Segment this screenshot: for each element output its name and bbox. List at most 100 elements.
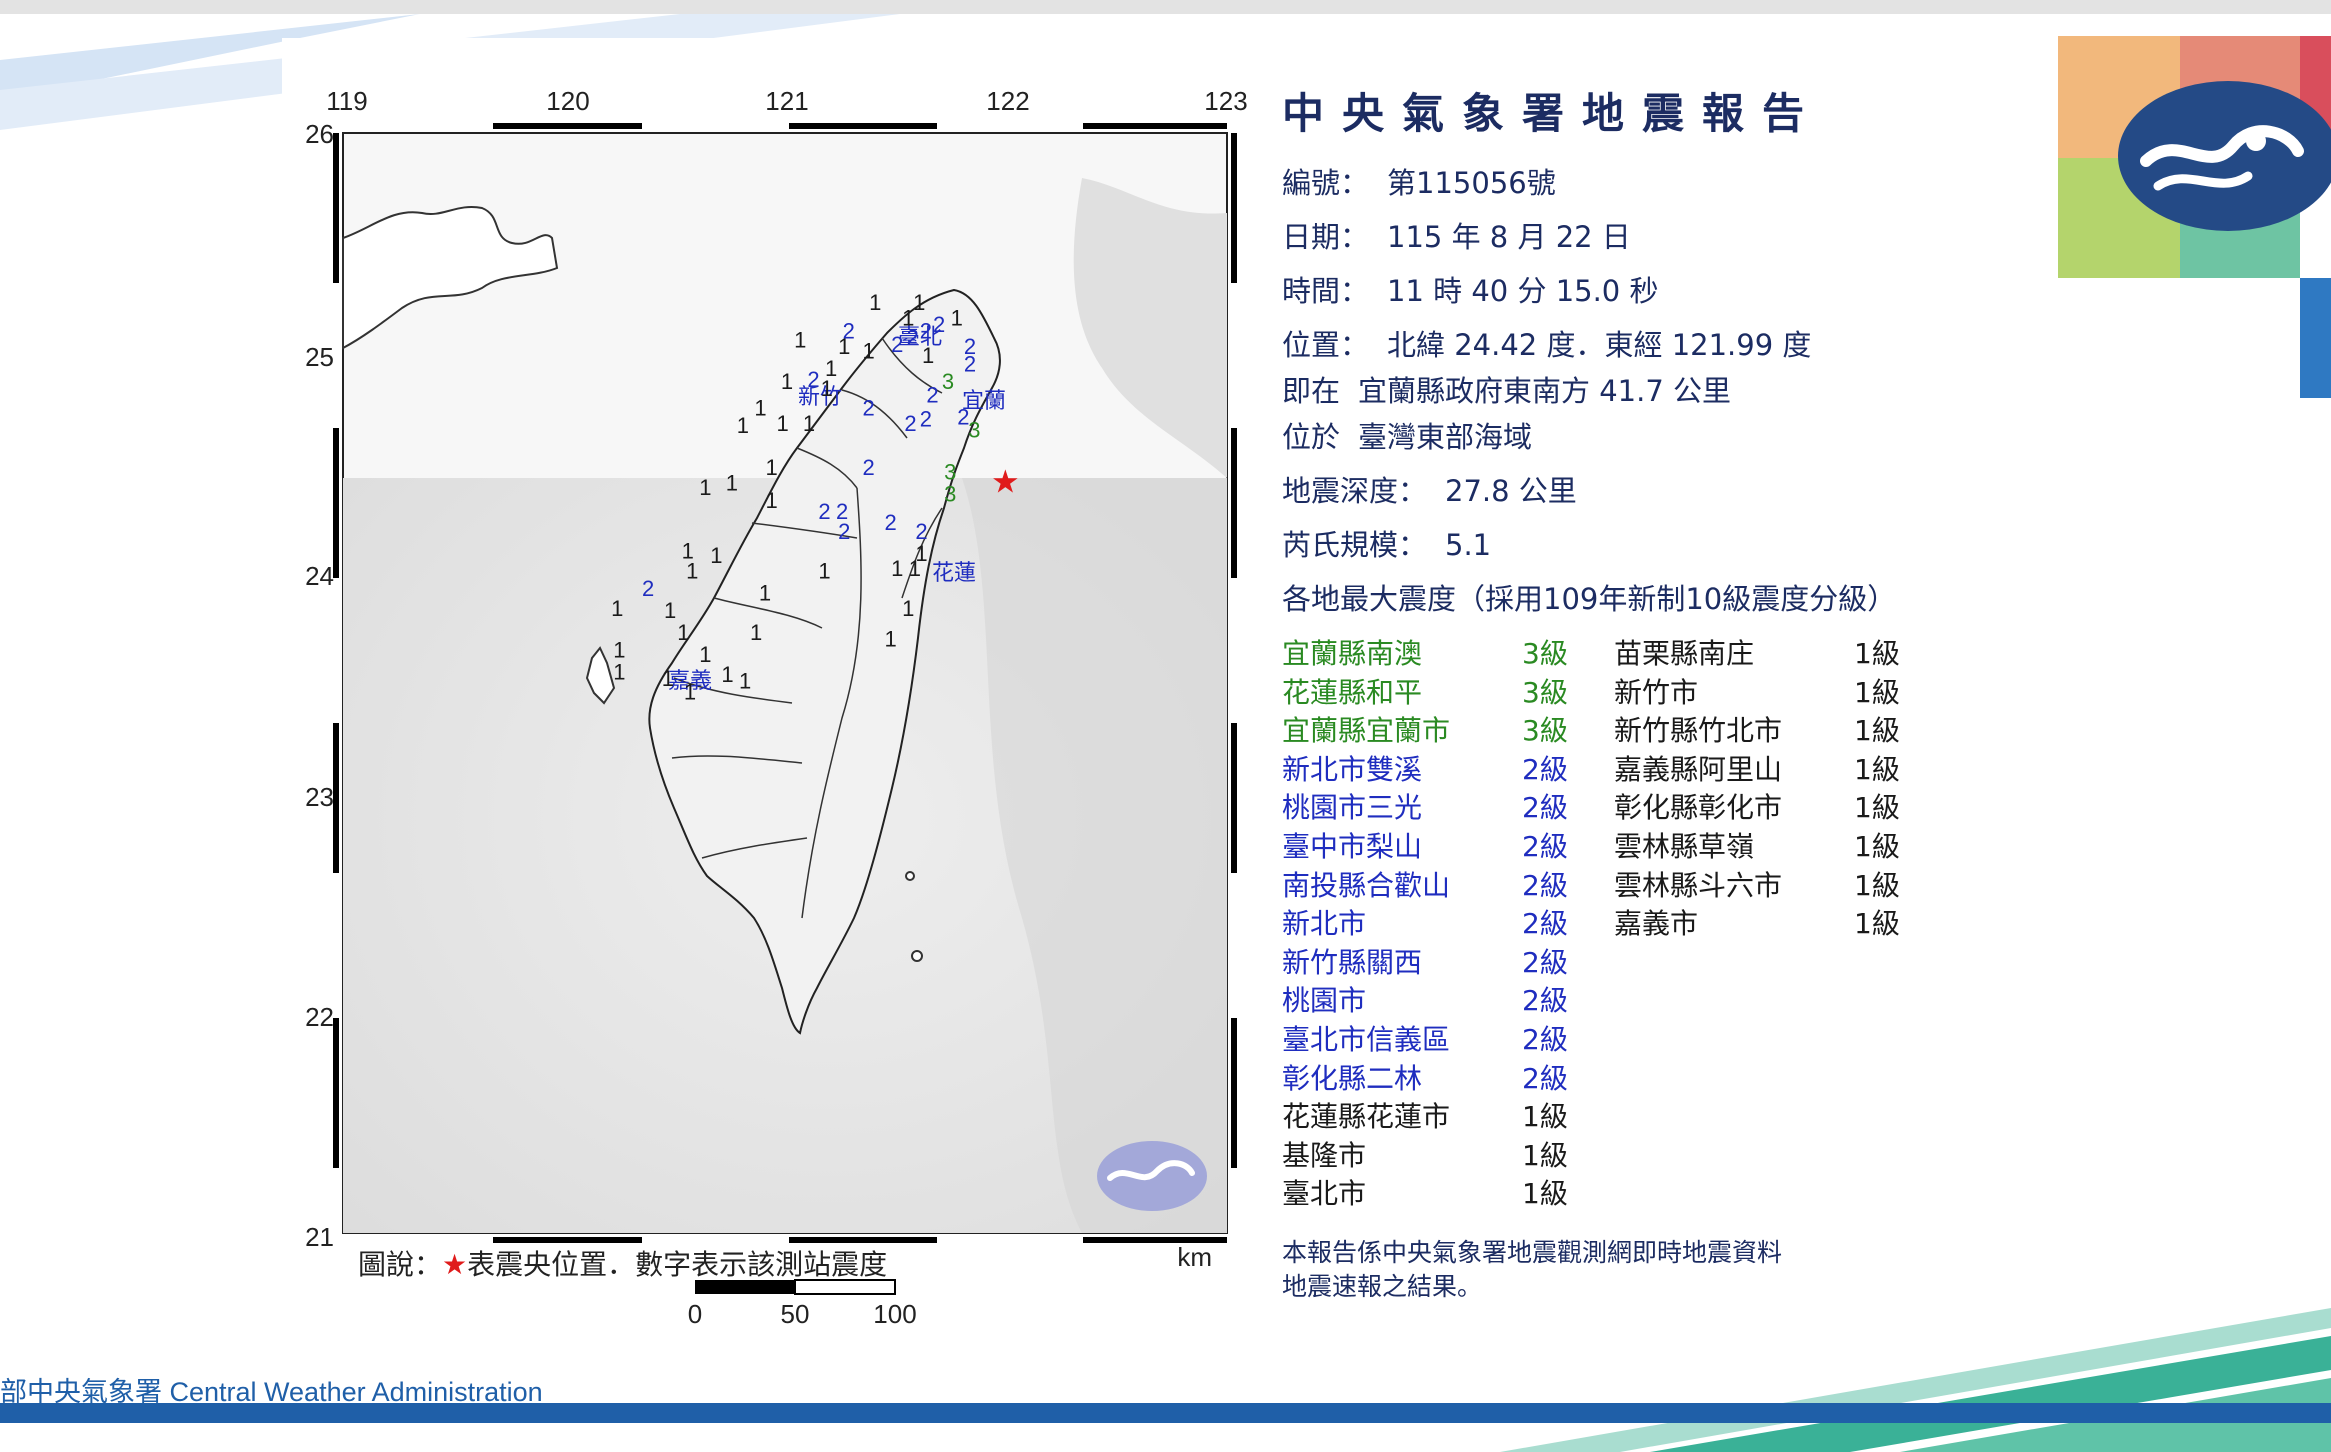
report-region-row: 位於 臺灣東部海域 [1282, 414, 1532, 456]
date-value: 115 年 8 月 22 日 [1387, 220, 1631, 254]
station-intensity-label: 1 [821, 376, 833, 401]
station-level: 1級 [1854, 714, 1900, 748]
station-intensity-label: 1 [765, 455, 777, 480]
latitude-ticks: 26 25 24 23 22 21 [305, 119, 334, 1252]
station-level: 2級 [1522, 907, 1568, 941]
lat-tick: 22 [305, 1002, 334, 1032]
station-level: 2級 [1522, 1023, 1568, 1056]
earthquake-map: 119 120 121 122 123 26 25 24 23 22 21 臺北… [282, 38, 1272, 1358]
station-level: 2級 [1522, 1061, 1568, 1095]
station-level: 1級 [1854, 830, 1900, 863]
station-intensity-label: 1 [684, 679, 696, 704]
report-footnote: 本報告係中央氣象署地震觀測網即時地震資料 地震速報之結果。 [1282, 1236, 1902, 1304]
station-name: 新竹縣竹北市 [1614, 714, 1783, 748]
depth-label: 地震深度： [1282, 474, 1428, 508]
station-intensity-label: 1 [862, 338, 874, 363]
station-intensity-label: 1 [754, 396, 766, 421]
station-name: 基隆市 [1282, 1138, 1367, 1172]
station-intensity-label: 1 [794, 327, 806, 352]
lon-tick: 121 [765, 86, 808, 116]
legend-prefix: 圖說： [358, 1248, 443, 1281]
report-title: 中央氣象署地震報告 [1282, 89, 1823, 138]
station-intensity-label: 2 [926, 382, 938, 407]
station-name: 花蓮縣和平 [1282, 675, 1423, 709]
station-intensity-label: 1 [677, 620, 689, 645]
footer-agency-name: 部中央氣象署 Central Weather Administration [0, 1377, 543, 1407]
station-intensity-label: 3 [944, 481, 956, 506]
station-name: 桃園市三光 [1282, 791, 1423, 825]
near-label: 即在 [1282, 374, 1341, 408]
station-intensity-label: 1 [913, 290, 925, 315]
station-level: 1級 [1522, 1138, 1568, 1172]
station-name: 宜蘭縣南澳 [1282, 637, 1423, 670]
epicenter-marker-group: ★ [991, 463, 1020, 501]
station-intensity-label: 1 [721, 662, 733, 687]
station-intensity-label: 1 [891, 556, 903, 581]
report-magnitude-row: 芮氏規模： 5.1 [1282, 522, 1491, 564]
station-name: 臺中市梨山 [1282, 830, 1423, 863]
lat-tick: 24 [305, 561, 334, 591]
station-intensity-label: 2 [904, 411, 916, 436]
report-near-row: 即在 宜蘭縣政府東南方 41.7 公里 [1282, 368, 1731, 410]
station-level: 2級 [1522, 984, 1568, 1018]
lat-tick: 25 [305, 342, 334, 372]
station-intensity-label: 1 [776, 411, 788, 436]
station-name: 新竹市 [1614, 675, 1699, 709]
station-name: 花蓮縣花蓮市 [1282, 1100, 1451, 1134]
station-intensity-label: 2 [884, 510, 896, 535]
station-intensity-label: 1 [922, 343, 934, 368]
station-level: 2級 [1522, 868, 1568, 902]
lon-tick: 119 [326, 86, 367, 116]
station-level: 2級 [1522, 945, 1568, 979]
near-value: 宜蘭縣政府東南方 41.7 公里 [1358, 374, 1732, 408]
station-intensity-label: 1 [737, 413, 749, 438]
station-intensity-label: 2 [964, 352, 976, 377]
footnote-line: 地震速報之結果。 [1282, 1272, 1483, 1301]
station-intensity-label: 2 [933, 312, 945, 337]
station-name: 苗栗縣南庄 [1614, 637, 1755, 670]
station-intensity-label: 1 [686, 558, 698, 583]
longitude-ticks: 119 120 121 122 123 [326, 86, 1247, 116]
station-intensity-label: 1 [884, 627, 896, 652]
station-level: 2級 [1522, 791, 1568, 825]
location-value: 北緯 24.42 度．東經 121.99 度 [1387, 328, 1812, 362]
map-watermark-logo-icon [1097, 1141, 1207, 1211]
station-intensity-label: 1 [750, 620, 762, 645]
station-intensity-label: 1 [818, 558, 830, 583]
station-name: 彰化縣二林 [1282, 1061, 1423, 1095]
station-name: 新竹縣關西 [1282, 945, 1423, 979]
cwa-logo-icon [2058, 36, 2331, 398]
station-name: 嘉義市 [1614, 907, 1699, 941]
station-name: 新北市雙溪 [1282, 752, 1423, 786]
lon-tick: 123 [1204, 86, 1247, 116]
station-name: 雲林縣斗六市 [1614, 868, 1783, 902]
green-island [905, 871, 915, 881]
station-name: 臺北市信義區 [1282, 1023, 1451, 1056]
station-level: 1級 [1854, 868, 1900, 902]
station-intensity-label: 2 [642, 576, 654, 601]
station-intensity-label: 1 [699, 642, 711, 667]
report-date-row: 日期： 115 年 8 月 22 日 [1282, 214, 1631, 256]
station-intensity-label: 1 [902, 596, 914, 621]
number-label: 編號： [1282, 166, 1370, 200]
station-level: 3級 [1522, 637, 1568, 670]
magnitude-value: 5.1 [1445, 528, 1492, 562]
number-value: 第115056號 [1387, 166, 1556, 200]
city-label: 花蓮 [932, 561, 976, 586]
station-level: 1級 [1854, 637, 1900, 670]
station-intensity-label: 2 [920, 407, 932, 432]
station-intensity-label: 2 [838, 519, 850, 544]
station-intensity-label: 1 [803, 411, 815, 436]
station-intensity-label: 1 [662, 666, 674, 691]
station-name: 新北市 [1282, 907, 1367, 941]
map-legend: 圖說：★表震央位置．數字表示該測站震度 [358, 1243, 887, 1283]
scale-label: 0 [688, 1299, 702, 1329]
station-intensity-label: 1 [726, 470, 738, 495]
station-level: 1級 [1854, 791, 1900, 825]
station-level: 3級 [1522, 675, 1568, 709]
orchid-island [911, 950, 923, 962]
lat-tick: 26 [305, 119, 334, 149]
station-name: 南投縣合歡山 [1282, 868, 1451, 902]
report-depth-row: 地震深度： 27.8 公里 [1282, 468, 1577, 510]
intensity-list: 宜蘭縣南澳 3級 花蓮縣和平 3級 宜蘭縣宜蘭市 3級 新北市雙溪 2級 桃園市三光 2級 臺中市梨… [1282, 632, 1982, 1212]
